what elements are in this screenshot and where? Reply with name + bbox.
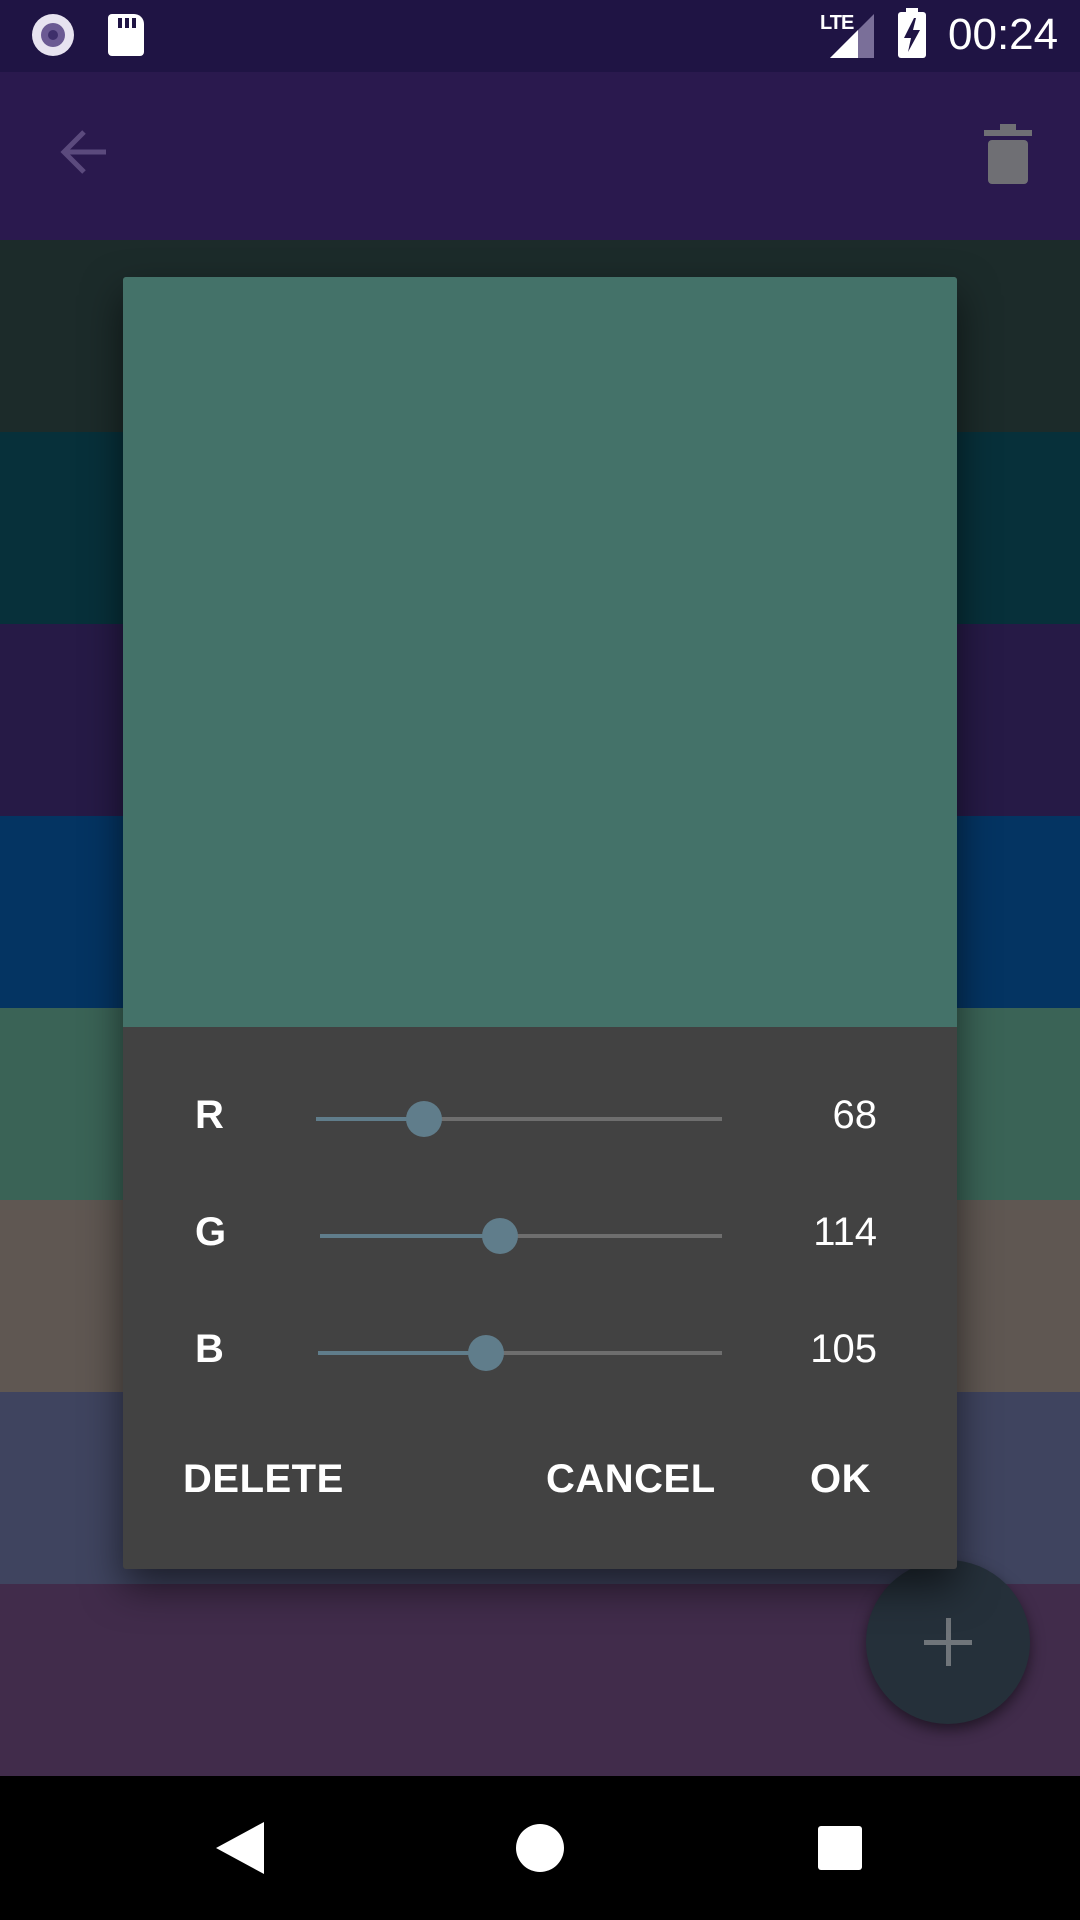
back-arrow-icon[interactable] bbox=[56, 124, 112, 180]
slider-row-blue: B 105 bbox=[123, 1301, 957, 1401]
delete-button[interactable]: DELETE bbox=[173, 1449, 354, 1510]
slider-row-red: R 68 bbox=[123, 1067, 957, 1167]
nav-recents-icon[interactable] bbox=[818, 1826, 862, 1870]
color-preview bbox=[123, 277, 957, 1027]
slider-row-green: G 114 bbox=[123, 1184, 957, 1284]
cancel-button[interactable]: CANCEL bbox=[536, 1449, 726, 1510]
color-picker-dialog: R 68 G 114 B 105 DELETE CANCEL OK bbox=[123, 277, 957, 1569]
slider-label: G bbox=[195, 1210, 227, 1254]
clock: 00:24 bbox=[948, 10, 1059, 59]
battery-charging-icon bbox=[898, 8, 926, 58]
app-bar bbox=[0, 72, 1080, 240]
camera-notification-icon bbox=[32, 14, 74, 56]
ok-button[interactable]: OK bbox=[800, 1449, 881, 1510]
blue-slider-thumb[interactable] bbox=[468, 1335, 504, 1371]
slider-value: 114 bbox=[813, 1210, 877, 1254]
slider-label: B bbox=[195, 1327, 224, 1371]
green-slider-thumb[interactable] bbox=[482, 1218, 518, 1254]
sd-card-icon bbox=[108, 14, 144, 56]
nav-home-icon[interactable] bbox=[516, 1824, 564, 1872]
add-color-fab[interactable] bbox=[866, 1560, 1030, 1724]
nav-back-icon[interactable] bbox=[216, 1822, 266, 1874]
navigation-bar bbox=[0, 1776, 1080, 1920]
red-slider-thumb[interactable] bbox=[406, 1101, 442, 1137]
status-bar: LTE 00:24 bbox=[0, 0, 1080, 72]
network-type: LTE bbox=[820, 12, 854, 34]
slider-value: 68 bbox=[832, 1093, 878, 1137]
slider-label: R bbox=[195, 1093, 224, 1137]
trash-icon[interactable] bbox=[984, 124, 1032, 184]
slider-value: 105 bbox=[810, 1327, 877, 1371]
